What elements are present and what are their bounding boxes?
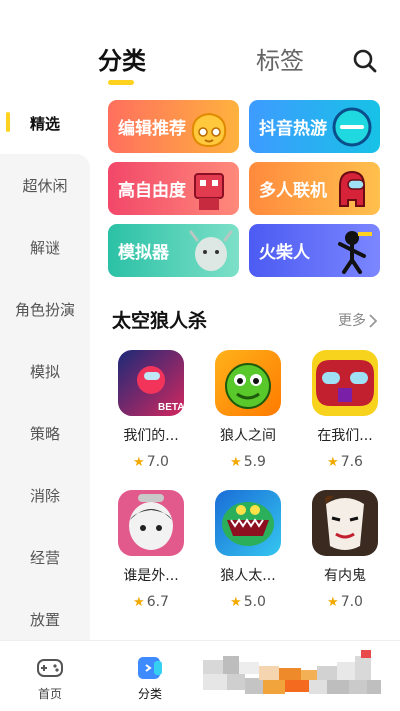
star-icon: ★ [133, 455, 145, 470]
game-icon [215, 350, 281, 416]
game-card[interactable]: 狼人之间 ★ 5.9 [203, 350, 293, 480]
game-rating: ★ 7.0 [300, 592, 390, 613]
stickman-icon [338, 231, 372, 274]
category-label: 编辑推荐 [118, 119, 186, 139]
sidebar-active-indicator [6, 112, 10, 132]
sidebar-item-label: 放置 [29, 610, 60, 629]
category-multiplayer[interactable]: 多人联机 [249, 162, 380, 215]
category-simulator[interactable]: 模拟器 [108, 224, 239, 277]
game-card[interactable]: 谁是外... ★ 6.7 [106, 490, 196, 620]
sidebar-item-label: 超休闲 [22, 176, 68, 195]
rating-value: 6.7 [146, 594, 169, 610]
rating-value: 7.6 [340, 454, 363, 470]
game-icon: BETA [118, 350, 184, 416]
sidebar-item-label: 解谜 [29, 238, 60, 257]
sidebar-item-label: 模拟 [29, 362, 60, 381]
sidebar-item-match[interactable]: 消除 [0, 464, 90, 526]
sidebar: 精选 超休闲 解谜 角色扮演 模拟 策略 消除 经营 放置 [0, 92, 90, 640]
search-icon[interactable] [352, 48, 378, 74]
game-icon [118, 490, 184, 556]
game-name: 我们的... [123, 428, 179, 444]
sidebar-item-simulation[interactable]: 模拟 [0, 340, 90, 402]
category-douyin-hot[interactable]: 抖音热游 [249, 100, 380, 153]
game-card[interactable]: BETA 我们的... ★ 7.0 [106, 350, 196, 480]
tab-tags[interactable]: 标签 [256, 44, 304, 78]
game-card[interactable]: 有内鬼 ★ 7.0 [300, 490, 390, 620]
game-rating: ★ 7.0 [106, 452, 196, 473]
category-label: 抖音热游 [259, 119, 327, 139]
game-card[interactable]: 在我们... ★ 7.6 [300, 350, 390, 480]
sidebar-item-puzzle[interactable]: 解谜 [0, 216, 90, 278]
robot-icon [194, 173, 224, 210]
rating-value: 7.0 [340, 594, 363, 610]
sidebar-item-management[interactable]: 经营 [0, 526, 90, 588]
category-label: 火柴人 [259, 243, 310, 263]
sidebar-item-strategy[interactable]: 策略 [0, 402, 90, 464]
sidebar-item-label: 角色扮演 [14, 300, 75, 319]
nav-home[interactable]: 首页 [10, 641, 90, 711]
game-name: 有内鬼 [324, 568, 366, 584]
star-icon: ★ [327, 595, 339, 610]
game-card[interactable]: 狼人太... ★ 5.0 [203, 490, 293, 620]
header: 分类 标签 [0, 0, 400, 92]
rating-value: 7.0 [146, 454, 169, 470]
star-icon: ★ [133, 595, 145, 610]
tab-category[interactable]: 分类 [98, 44, 146, 78]
category-label: 高自由度 [118, 181, 186, 201]
crewmate-icon [339, 170, 365, 207]
sidebar-item-label: 消除 [29, 486, 60, 505]
category-label: 多人联机 [259, 181, 327, 201]
category-label: 模拟器 [118, 243, 169, 263]
mascot-icon [191, 112, 227, 148]
game-rating: ★ 5.9 [203, 452, 293, 473]
rating-value: 5.0 [243, 594, 266, 610]
active-tab-indicator [108, 80, 134, 85]
section-title: 太空狼人杀 [112, 310, 208, 332]
game-name: 在我们... [317, 428, 373, 444]
game-name: 狼人之间 [220, 428, 276, 444]
game-name: 狼人太... [220, 568, 276, 584]
more-link[interactable]: 更多 [338, 310, 378, 332]
category-high-freedom[interactable]: 高自由度 [108, 162, 239, 215]
game-rating: ★ 6.7 [106, 592, 196, 613]
game-rating: ★ 7.6 [300, 452, 390, 473]
sidebar-item-label: 精选 [29, 114, 60, 133]
game-icon [215, 490, 281, 556]
sidebar-item-label: 经营 [29, 548, 60, 567]
star-icon: ★ [327, 455, 339, 470]
gamepad-icon [37, 659, 63, 677]
sidebar-item-label: 策略 [29, 424, 60, 443]
sidebar-item-casual[interactable]: 超休闲 [0, 154, 90, 216]
nav-category[interactable]: 分类 [110, 641, 190, 711]
star-icon: ★ [230, 455, 242, 470]
nav-label: 分类 [137, 687, 162, 701]
category-icon [138, 657, 162, 679]
rating-value: 5.9 [243, 454, 266, 470]
badge-icon [332, 107, 372, 147]
nav-label: 首页 [37, 687, 62, 701]
game-name: 谁是外... [123, 568, 179, 584]
chevron-right-icon [369, 314, 378, 328]
goat-icon [189, 230, 233, 271]
game-icon [312, 490, 378, 556]
game-icon [312, 350, 378, 416]
ad-banner[interactable] [203, 650, 381, 700]
sidebar-item-featured[interactable]: 精选 [0, 92, 90, 154]
star-icon: ★ [230, 595, 242, 610]
svg-text:BETA: BETA [158, 402, 184, 413]
game-rating: ★ 5.0 [203, 592, 293, 613]
more-label: 更多 [338, 313, 366, 329]
category-editors-pick[interactable]: 编辑推荐 [108, 100, 239, 153]
sidebar-item-rpg[interactable]: 角色扮演 [0, 278, 90, 340]
category-stickman[interactable]: 火柴人 [249, 224, 380, 277]
